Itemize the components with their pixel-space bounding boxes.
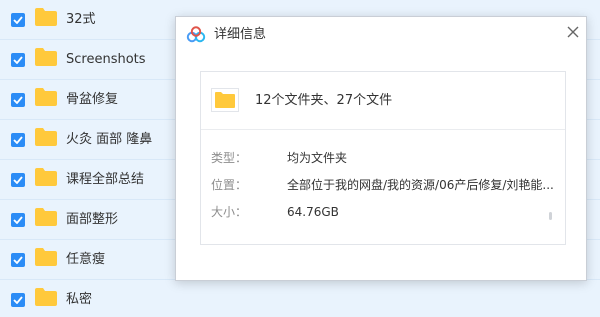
file-name[interactable]: 私密 — [66, 291, 92, 309]
info-label: 大小： — [211, 205, 248, 219]
folder-icon — [35, 128, 57, 146]
folder-icon — [35, 88, 57, 106]
info-value: 64.76GB — [287, 205, 339, 219]
checkbox[interactable] — [11, 93, 25, 107]
checkbox[interactable] — [11, 133, 25, 147]
dialog-header: 详细信息 — [176, 17, 586, 53]
divider — [201, 129, 565, 130]
checkbox[interactable] — [11, 213, 25, 227]
file-name[interactable]: 任意瘦 — [66, 251, 105, 269]
baidu-netdisk-logo-icon — [186, 26, 206, 44]
dialog-title: 详细信息 — [214, 27, 267, 42]
info-value: 均为文件夹 — [287, 151, 348, 165]
folder-icon — [35, 288, 57, 306]
folder-icon — [35, 8, 57, 26]
file-name[interactable]: 32式 — [66, 11, 96, 29]
list-item[interactable]: 私密 — [0, 280, 600, 317]
info-row-location: 位置： 全部位于我的网盘/我的资源/06产后修复/刘艳能... — [201, 176, 565, 194]
checkbox[interactable] — [11, 253, 25, 267]
checkbox[interactable] — [11, 173, 25, 187]
checkbox[interactable] — [11, 53, 25, 67]
selection-summary: 12个文件夹、27个文件 — [255, 93, 393, 108]
file-name[interactable]: 骨盆修复 — [66, 91, 118, 109]
checkbox[interactable] — [11, 13, 25, 27]
file-name[interactable]: 面部整形 — [66, 211, 118, 229]
info-label: 位置： — [211, 178, 248, 192]
file-name[interactable]: 火灸 面部 隆鼻 — [66, 131, 152, 149]
details-dialog: 详细信息 12个文件夹、27个文件 类型： 均为文件夹 位置： 全部位于我的网盘… — [175, 16, 587, 281]
close-icon[interactable] — [563, 22, 583, 42]
folder-icon — [211, 88, 239, 112]
checkbox[interactable] — [11, 293, 25, 307]
scrollbar[interactable] — [549, 212, 552, 220]
folder-icon — [35, 168, 57, 186]
info-label: 类型： — [211, 151, 248, 165]
info-value[interactable]: 全部位于我的网盘/我的资源/06产后修复/刘艳能... — [287, 176, 559, 194]
folder-icon — [35, 248, 57, 266]
file-name[interactable]: 课程全部总结 — [66, 171, 144, 189]
file-name[interactable]: Screenshots — [66, 51, 146, 69]
info-row-size: 大小： 64.76GB — [201, 203, 565, 221]
info-panel: 12个文件夹、27个文件 类型： 均为文件夹 位置： 全部位于我的网盘/我的资源… — [200, 71, 566, 245]
folder-icon — [35, 48, 57, 66]
info-row-type: 类型： 均为文件夹 — [201, 149, 565, 167]
folder-icon — [35, 208, 57, 226]
